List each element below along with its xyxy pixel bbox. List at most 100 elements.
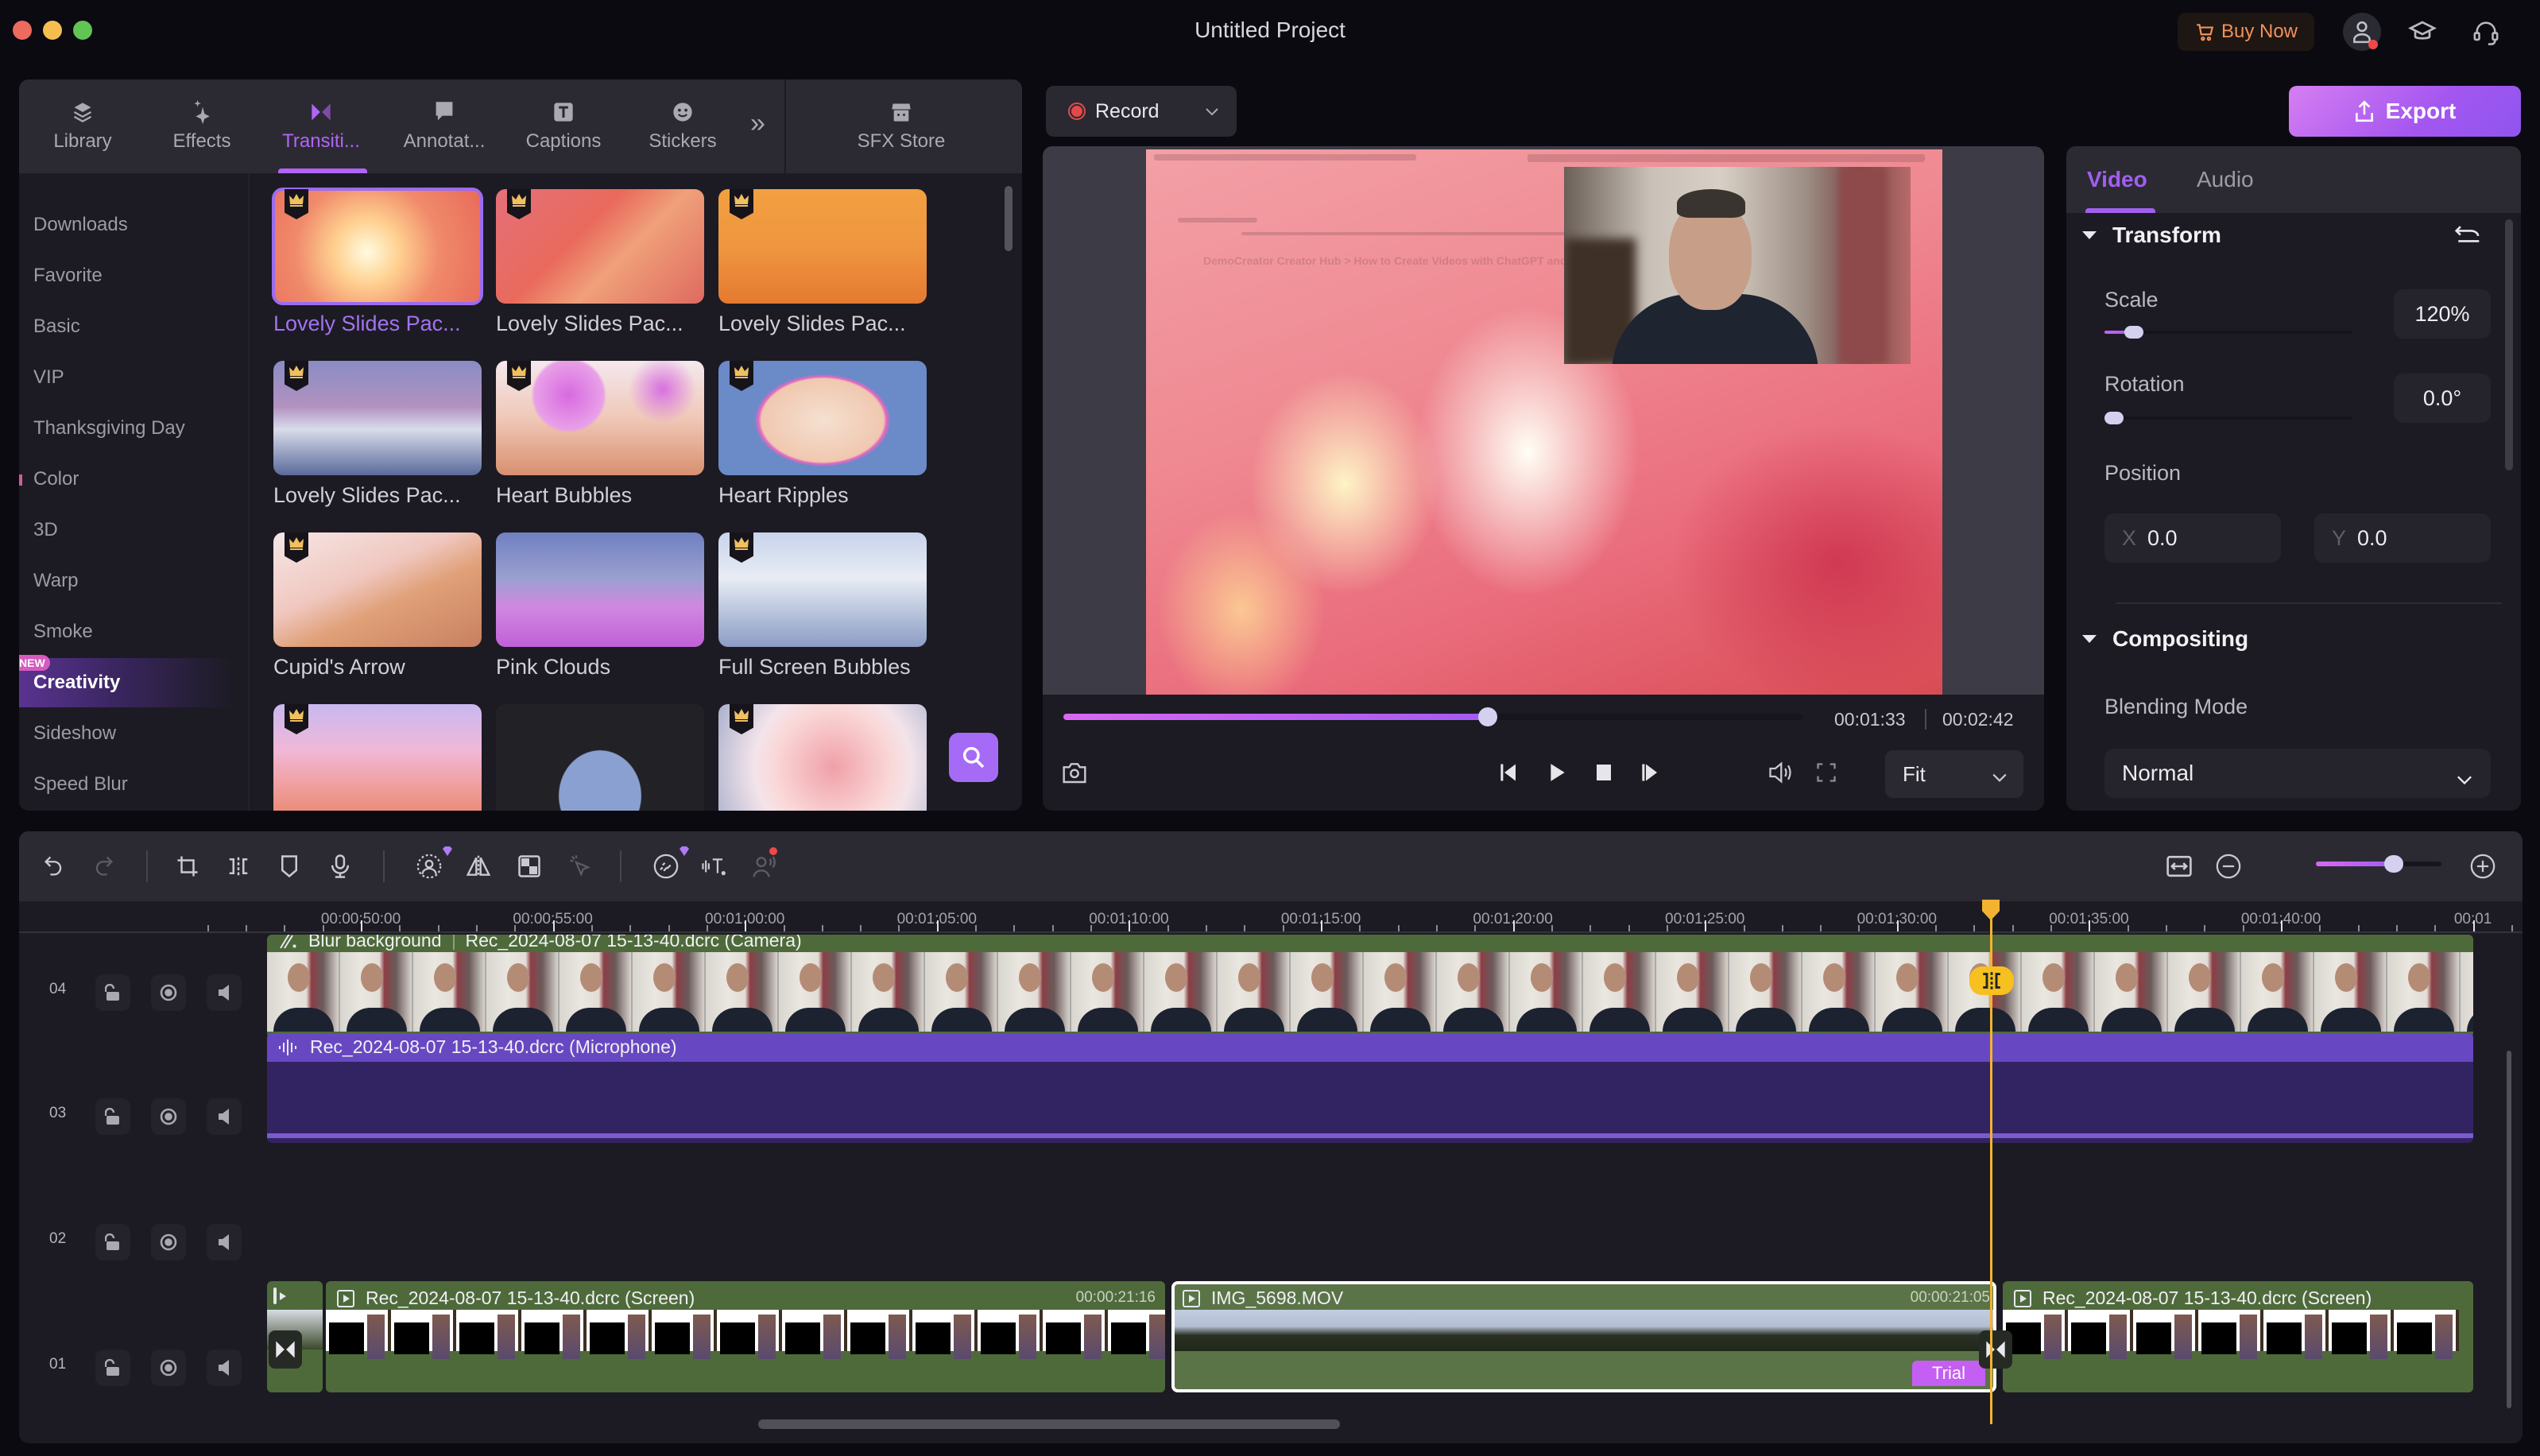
chevron-down-icon[interactable] <box>1205 103 1219 122</box>
compositing-section-toggle[interactable]: Compositing <box>2082 626 2248 652</box>
fullscreen-button[interactable] <box>1810 755 1842 790</box>
stop-button[interactable] <box>1588 755 1620 790</box>
tab-sfx-store[interactable]: SFX Store <box>846 79 957 173</box>
position-x-field[interactable]: X 0.0 <box>2104 513 2281 563</box>
tab-transitions[interactable] <box>106 79 202 173</box>
category-thanksgiving-day[interactable]: Thanksgiving Day <box>19 404 234 453</box>
rotation-slider-handle[interactable] <box>2104 412 2124 424</box>
transition-thumbnail[interactable]: Heart Ripples <box>718 361 927 508</box>
toggle-visibility-button[interactable] <box>151 1098 186 1135</box>
mute-track-button[interactable] <box>207 1098 242 1135</box>
screen-clip-b[interactable]: Rec_2024-08-07 15-13-40.dcrc (Screen) <box>2003 1281 2473 1392</box>
timeline-zoom-handle[interactable] <box>2383 855 2403 873</box>
play-button[interactable] <box>1542 755 1574 790</box>
pip-layout-button[interactable] <box>512 849 547 884</box>
split-button[interactable] <box>221 849 256 884</box>
text-to-speech-button[interactable] <box>747 849 782 884</box>
transition-marker[interactable] <box>269 1330 302 1369</box>
transition-thumbnail[interactable] <box>273 704 482 811</box>
export-button[interactable]: Export <box>2289 86 2521 137</box>
category-speed-blur[interactable]: Speed Blur <box>19 760 234 809</box>
transform-section-toggle[interactable]: Transform <box>2082 223 2221 248</box>
mute-track-button[interactable] <box>207 1224 242 1260</box>
redo-button[interactable] <box>86 849 121 884</box>
search-button[interactable] <box>949 733 998 782</box>
transition-thumbnail[interactable]: Lovely Slides Pac... <box>718 189 927 336</box>
scale-slider-handle[interactable] <box>2124 326 2144 339</box>
transition-thumbnail[interactable]: Heart Bubbles <box>496 361 704 508</box>
timeline-horizontal-scrollbar[interactable] <box>758 1419 1340 1429</box>
mute-track-button[interactable] <box>207 1350 242 1386</box>
time-ruler[interactable]: 00:00:50:00 00:00:55:00 00:01:00:00 00:01:0… <box>19 901 2523 933</box>
category-warp[interactable]: Warp <box>19 556 234 606</box>
zoom-fit-select[interactable]: Fit <box>1885 750 2023 798</box>
transition-thumbnail[interactable]: Lovely Slides Pac... <box>273 361 482 508</box>
crop-button[interactable] <box>170 849 205 884</box>
screen-clip-a[interactable]: Rec_2024-08-07 15-13-40.dcrc (Screen) 00… <box>326 1281 1165 1392</box>
next-frame-button[interactable] <box>1636 755 1667 790</box>
tab-audio[interactable]: Audio <box>2197 167 2254 192</box>
snapshot-button[interactable] <box>1057 755 1092 790</box>
microphone-clip[interactable]: Rec_2024-08-07 15-13-40.dcrc (Microphone… <box>267 1033 2473 1143</box>
toggle-visibility-button[interactable] <box>151 974 186 1011</box>
mirror-button[interactable] <box>461 849 496 884</box>
cursor-effect-button[interactable] <box>563 849 598 884</box>
timeline-vertical-scrollbar[interactable] <box>2507 1051 2511 1408</box>
volume-button[interactable] <box>1763 755 1798 790</box>
transition-thumbnail[interactable]: Cupid's Arrow <box>273 532 482 680</box>
toggle-visibility-button[interactable] <box>151 1224 186 1260</box>
scale-value-field[interactable]: 120% <box>2394 289 2491 339</box>
record-button[interactable]: Record <box>1046 86 1237 137</box>
lock-track-button[interactable] <box>95 1350 130 1386</box>
properties-scrollbar[interactable] <box>2505 219 2513 470</box>
voiceover-button[interactable] <box>323 849 358 884</box>
tab-annotations[interactable]: Annotat... <box>393 79 496 173</box>
grid-scrollbar[interactable] <box>1005 186 1013 251</box>
category-3d[interactable]: 3D <box>19 505 234 555</box>
split-at-playhead-button[interactable] <box>1969 966 2014 995</box>
transition-thumbnail[interactable]: Pink Clouds <box>496 532 704 680</box>
blending-mode-select[interactable]: Normal <box>2104 749 2491 798</box>
transition-marker[interactable] <box>1979 1330 2012 1369</box>
undo-button[interactable] <box>37 849 72 884</box>
category-color[interactable]: Color <box>19 455 234 504</box>
category-vip[interactable]: VIP <box>19 353 234 402</box>
rotation-value-field[interactable]: 0.0° <box>2394 374 2491 423</box>
category-smoke[interactable]: Smoke <box>19 607 234 656</box>
mov-clip-selected[interactable]: IMG_5698.MOV 00:00:21:05 Trial <box>1171 1281 1996 1392</box>
toggle-visibility-button[interactable] <box>151 1350 186 1386</box>
transition-thumbnail[interactable] <box>718 704 927 811</box>
position-y-field[interactable]: Y 0.0 <box>2314 513 2491 563</box>
reset-icon[interactable] <box>2454 223 2483 245</box>
category-sideshow[interactable]: Sideshow <box>19 709 234 758</box>
tab-captions[interactable]: Captions <box>516 79 611 173</box>
more-tabs-button[interactable]: » <box>750 108 765 139</box>
transition-thumbnail[interactable]: Lovely Slides Pac... <box>496 189 704 336</box>
marker-button[interactable] <box>272 849 307 884</box>
account-button[interactable] <box>2343 13 2381 51</box>
support-button[interactable] <box>2467 13 2505 51</box>
fit-timeline-button[interactable] <box>2162 849 2197 884</box>
lock-track-button[interactable] <box>95 1224 130 1260</box>
camera-clip[interactable]: Blur background Rec_2024-08-07 15-13-40.… <box>267 935 2473 1038</box>
lock-track-button[interactable] <box>95 1098 130 1135</box>
buy-now-button[interactable]: Buy Now <box>2178 13 2314 51</box>
lock-track-button[interactable] <box>95 974 130 1011</box>
tab-transitions[interactable]: Transiti... <box>273 79 369 173</box>
camera-overlay[interactable] <box>1564 167 1911 364</box>
previous-frame-button[interactable] <box>1494 755 1526 790</box>
mute-track-button[interactable] <box>207 974 242 1011</box>
transition-thumbnail[interactable]: Lovely Slides Pac... <box>272 188 483 336</box>
category-downloads[interactable]: Downloads <box>19 200 234 250</box>
transition-thumbnail[interactable] <box>496 704 704 811</box>
speech-to-text-button[interactable] <box>696 849 731 884</box>
tab-stickers[interactable]: Stickers <box>635 79 730 173</box>
tab-video[interactable]: Video <box>2087 167 2147 192</box>
zoom-out-button[interactable] <box>2211 849 2246 884</box>
zoom-in-button[interactable] <box>2465 849 2500 884</box>
category-basic[interactable]: Basic <box>19 302 234 351</box>
category-creativity[interactable]: NEW Creativity <box>19 655 234 707</box>
rotation-slider-track[interactable] <box>2104 416 2352 420</box>
category-favorite[interactable]: Favorite <box>19 251 234 300</box>
transition-thumbnail[interactable]: Full Screen Bubbles <box>718 532 927 680</box>
